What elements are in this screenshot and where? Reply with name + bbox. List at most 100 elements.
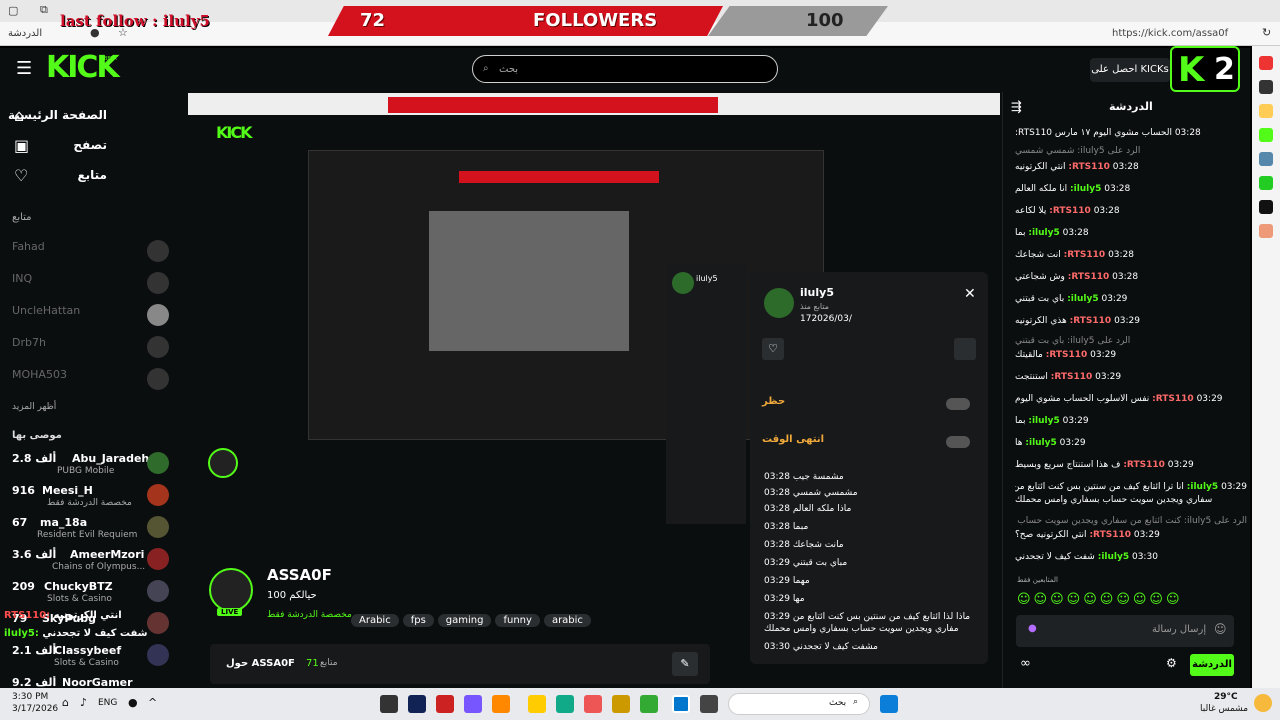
- chat-input[interactable]: ● إرسال رسالة ☺: [1016, 615, 1234, 647]
- sun-icon[interactable]: [1254, 694, 1272, 712]
- extension-icon[interactable]: [1259, 80, 1273, 94]
- msg-text: ها: [1015, 438, 1023, 448]
- chrome-icon[interactable]: [640, 695, 658, 713]
- recommended-channel[interactable]: 3.6 ألف AmeerMzori Chains of Olympus...: [12, 548, 177, 576]
- network-icon[interactable]: ⌂: [62, 696, 69, 709]
- avatar: [672, 272, 694, 294]
- show-more-link[interactable]: أظهر المزيد: [12, 402, 56, 412]
- msg-user[interactable]: iluly5:: [1028, 228, 1059, 238]
- following-channel[interactable]: Fahad: [12, 240, 177, 264]
- taskbar-search[interactable]: بحث ⌕: [728, 693, 870, 715]
- tab-label[interactable]: الدردشة: [8, 28, 42, 39]
- following-channel[interactable]: INQ: [12, 272, 177, 296]
- extension-icon[interactable]: [1259, 176, 1273, 190]
- discord-icon[interactable]: [464, 695, 482, 713]
- language-indicator[interactable]: ENG: [98, 698, 117, 708]
- kick-extension-icon[interactable]: [1259, 128, 1273, 142]
- folder-icon[interactable]: [528, 695, 546, 713]
- gear-icon[interactable]: ⚙: [1166, 656, 1177, 670]
- msg-user[interactable]: iluly5:: [1067, 294, 1098, 304]
- timeout-toggle[interactable]: [946, 436, 970, 448]
- emoji-icon[interactable]: ☺: [1214, 622, 1227, 636]
- msg-user[interactable]: RTS110:: [1064, 250, 1106, 260]
- restore-icon[interactable]: ⧉: [40, 3, 48, 17]
- nav-following[interactable]: متابع: [77, 168, 107, 182]
- close-icon[interactable]: ✕: [964, 286, 976, 302]
- edge-browser-icon[interactable]: [672, 695, 690, 713]
- extension-icon[interactable]: [1259, 104, 1273, 118]
- app-icon[interactable]: [436, 695, 454, 713]
- search-input[interactable]: ⌕ بحث: [472, 55, 778, 83]
- steam-icon[interactable]: [408, 695, 426, 713]
- msg-user[interactable]: RTS110:: [1046, 350, 1088, 360]
- app-icon[interactable]: [380, 695, 398, 713]
- msg-user[interactable]: RTS110:: [1049, 206, 1091, 216]
- recommended-channel[interactable]: 2.1 ألف Classybeef Slots & Casino: [12, 644, 177, 672]
- avatar: [147, 484, 169, 506]
- msg-user[interactable]: iluly5:: [1025, 438, 1056, 448]
- msg-user[interactable]: iluly5:: [1070, 184, 1101, 194]
- extension-icon[interactable]: [1259, 56, 1273, 70]
- badge-letter: K: [1178, 50, 1204, 90]
- msg-user[interactable]: iluly5:: [1098, 552, 1129, 562]
- menu-icon[interactable]: ☰: [16, 58, 32, 79]
- msg-text: انت شجاعك: [1015, 250, 1061, 260]
- nav-browse[interactable]: تصفح: [73, 138, 107, 152]
- following-channel[interactable]: Drb7h: [12, 336, 177, 360]
- extension-icon[interactable]: [1259, 152, 1273, 166]
- msg-user[interactable]: RTS110:: [1070, 316, 1112, 326]
- tag[interactable]: gaming: [437, 614, 492, 627]
- msg-time: 03:29: [1196, 394, 1223, 404]
- infinity-icon[interactable]: ∞: [1020, 656, 1031, 671]
- recommended-channel[interactable]: 9.2 ألف NoorGamer: [12, 676, 177, 688]
- tag[interactable]: funny: [495, 614, 540, 627]
- app-icon[interactable]: [492, 695, 510, 713]
- chat-send-button[interactable]: الدردشة: [1190, 654, 1234, 676]
- app-icon[interactable]: [584, 695, 602, 713]
- window-control-icon[interactable]: ▢: [8, 4, 18, 17]
- goal-target: 100: [806, 10, 844, 31]
- recommended-channel[interactable]: 2.8 ألف Abu_Jaradeh PUBG Mobile: [12, 452, 177, 480]
- recommended-channel[interactable]: 916 Meesi_H مخصصة الدردشة فقط: [12, 484, 177, 512]
- history-row: 03:29 مها: [764, 594, 805, 604]
- volume-icon[interactable]: ♪: [80, 696, 87, 709]
- streamer-avatar[interactable]: [209, 568, 253, 612]
- app-icon[interactable]: [556, 695, 574, 713]
- windows-start-icon[interactable]: [880, 695, 898, 713]
- app-icon[interactable]: [612, 695, 630, 713]
- recommended-channel[interactable]: 67 ma_18a Resident Evil Requiem: [12, 516, 177, 544]
- tag[interactable]: Arabic: [351, 614, 399, 627]
- tag[interactable]: arabic: [543, 614, 591, 627]
- msg-user[interactable]: RTS110:: [1152, 394, 1194, 404]
- msg-user[interactable]: iluly5:: [1028, 416, 1059, 426]
- mic-icon[interactable]: ●: [1028, 623, 1037, 634]
- following-channel[interactable]: UncleHattan: [12, 304, 177, 328]
- msg-user[interactable]: RTS110:: [1123, 460, 1165, 470]
- following-channel[interactable]: MOHA503: [12, 368, 177, 392]
- chevron-up-icon[interactable]: ^: [148, 696, 157, 709]
- collapse-chat-icon[interactable]: ⇶: [1011, 100, 1022, 115]
- msg-user[interactable]: RTS110:: [1051, 372, 1093, 382]
- heart-icon[interactable]: ♡: [762, 338, 784, 360]
- msg-user[interactable]: RTS110:: [1068, 162, 1110, 172]
- msg-user[interactable]: RTS110:: [1068, 272, 1110, 282]
- msg-user[interactable]: iluly5:: [1187, 482, 1218, 492]
- refresh-icon[interactable]: ↻: [1262, 26, 1271, 39]
- recommended-channel[interactable]: 209 ChuckyBTZ Slots & Casino: [12, 580, 177, 608]
- tag[interactable]: fps: [402, 614, 434, 627]
- msg-time: 03:28: [1112, 272, 1139, 282]
- get-kicks-button[interactable]: احصل على KICKs: [1090, 58, 1170, 82]
- emote-bar[interactable]: ☺☺☺☺☺☺☺☺☺☺: [1017, 592, 1241, 610]
- msg-user[interactable]: RTS110:: [1089, 530, 1131, 540]
- overlay-text: شفت كيف لا تجحدني: [42, 628, 148, 639]
- history-row: 03:29 مهما: [764, 576, 810, 586]
- app-icon[interactable]: [700, 695, 718, 713]
- mute-icon[interactable]: [954, 338, 976, 360]
- tiktok-icon[interactable]: [1259, 200, 1273, 214]
- ban-toggle[interactable]: [946, 398, 970, 410]
- mic-icon[interactable]: ●: [128, 696, 138, 709]
- url-text[interactable]: https://kick.com/assa0f: [1112, 28, 1228, 39]
- extension-icon[interactable]: [1259, 224, 1273, 238]
- edit-icon[interactable]: ✎: [672, 652, 698, 676]
- streamer-category[interactable]: مخصصة الدردشة فقط: [267, 610, 352, 620]
